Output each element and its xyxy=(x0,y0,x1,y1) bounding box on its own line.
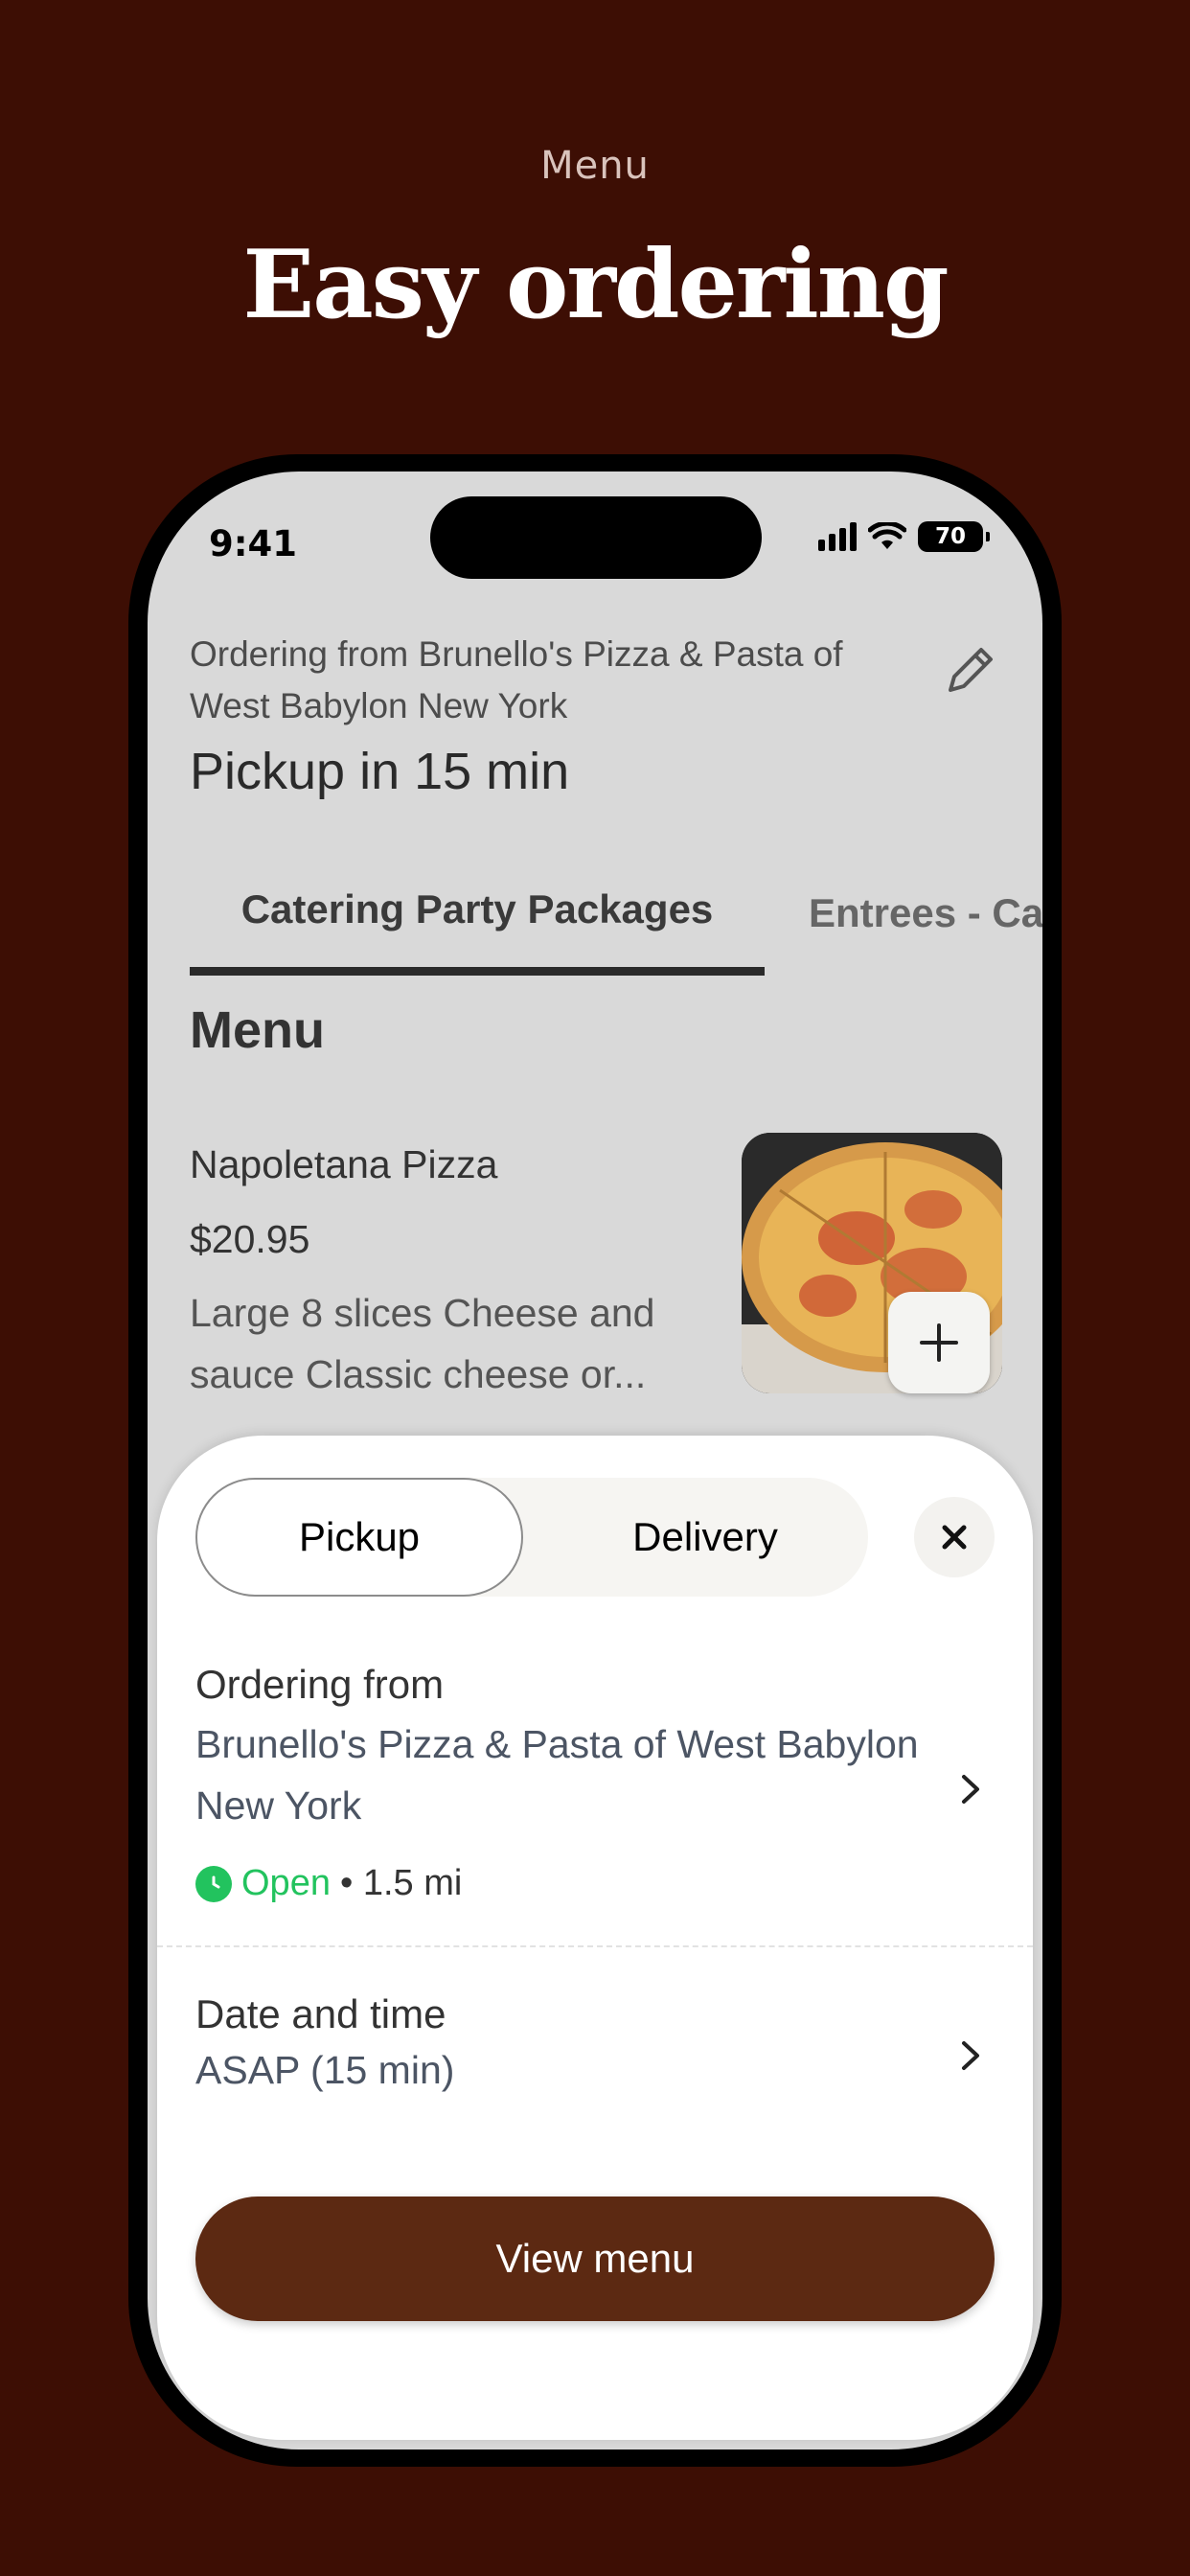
pickup-option[interactable]: Pickup xyxy=(195,1478,523,1597)
close-button[interactable] xyxy=(914,1497,995,1577)
phone-frame: 9:41 70 Ordering from Brunello's Pizza &… xyxy=(128,454,1062,2467)
tab-catering-party-packages[interactable]: Catering Party Packages xyxy=(190,851,765,976)
ordering-from-text: Ordering from Brunello's Pizza & Pasta o… xyxy=(190,634,843,725)
store-name[interactable]: Brunello's Pizza & Pasta of West Babylon… xyxy=(195,1714,943,1836)
phone-screen: 9:41 70 Ordering from Brunello's Pizza &… xyxy=(148,472,1042,2450)
tab-entrees[interactable]: Entrees - Ca xyxy=(809,851,1042,976)
pickup-time: Pickup in 15 min xyxy=(190,743,570,800)
store-status: Open • 1.5 mi xyxy=(195,1863,462,1904)
section-title: Menu xyxy=(190,1001,325,1059)
promo-title: Easy ordering xyxy=(242,230,950,340)
wifi-icon xyxy=(868,522,906,549)
category-tabs: Catering Party Packages Entrees - Ca xyxy=(148,851,1042,976)
date-time-label: Date and time xyxy=(195,1991,446,2036)
status-time: 9:41 xyxy=(209,523,298,564)
add-item-button[interactable] xyxy=(888,1292,990,1393)
menu-item-name[interactable]: Napoletana Pizza xyxy=(190,1142,497,1187)
divider xyxy=(157,1945,1033,1947)
menu-item-price: $20.95 xyxy=(190,1217,310,1261)
plus-icon xyxy=(920,1323,958,1362)
ordering-from-label: Ordering from xyxy=(195,1662,445,1707)
pencil-icon[interactable] xyxy=(941,640,1000,700)
close-icon xyxy=(942,1525,967,1550)
promo-subtitle: Menu xyxy=(540,144,650,188)
clock-icon xyxy=(195,1865,232,1902)
order-type-toggle: Pickup Delivery xyxy=(195,1478,868,1597)
view-menu-button[interactable]: View menu xyxy=(195,2196,995,2321)
battery-icon: 70 xyxy=(918,521,990,552)
date-time-value[interactable]: ASAP (15 min) xyxy=(195,2039,454,2101)
open-status: Open xyxy=(241,1863,331,1903)
dynamic-island xyxy=(430,496,762,579)
delivery-option[interactable]: Delivery xyxy=(542,1478,868,1597)
menu-item-description: Large 8 slices Cheese and sauce Classic … xyxy=(190,1291,655,1396)
chevron-right-icon[interactable] xyxy=(958,2039,983,2072)
signal-icon xyxy=(818,522,857,551)
distance: • 1.5 mi xyxy=(339,1863,463,1903)
status-icons: 70 xyxy=(818,521,990,552)
order-type-sheet: Pickup Delivery Ordering from Brunello's… xyxy=(157,1436,1033,2440)
chevron-right-icon[interactable] xyxy=(958,1773,983,1806)
